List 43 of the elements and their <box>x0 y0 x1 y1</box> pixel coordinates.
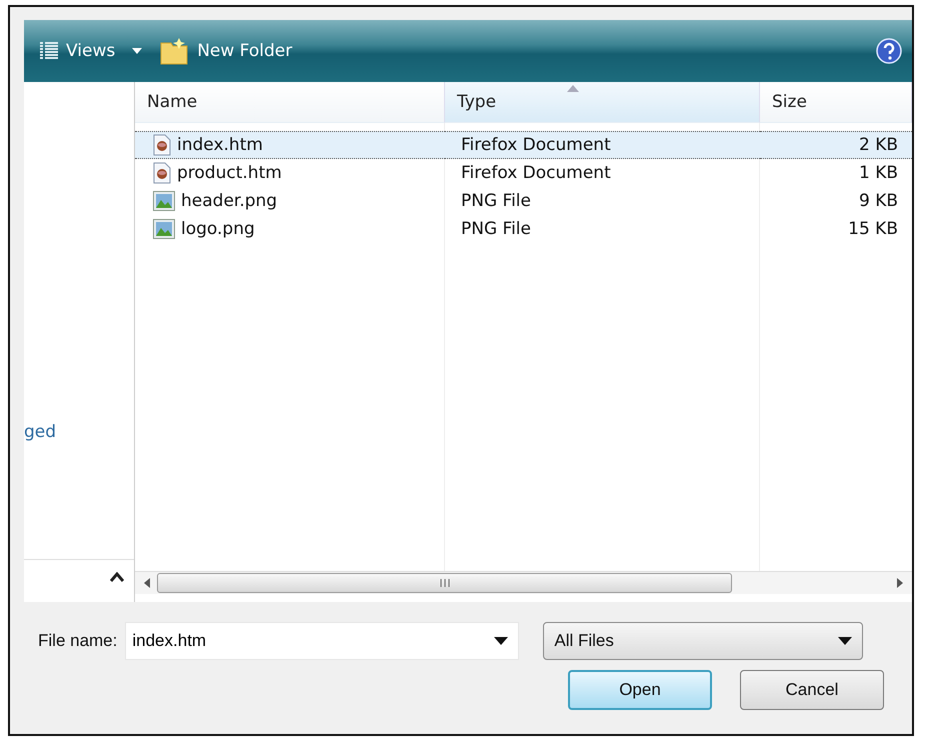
new-folder-button[interactable]: New Folder <box>155 35 296 67</box>
list-view-icon <box>40 41 58 61</box>
scroll-right-icon[interactable] <box>896 578 904 588</box>
document-icon <box>153 134 171 156</box>
column-header[interactable]: Type <box>445 82 760 123</box>
file-type-cell-text: PNG File <box>460 190 532 213</box>
collapse-caret-icon[interactable] <box>110 572 124 582</box>
file-name-cell[interactable]: product.htm <box>135 159 445 187</box>
dialog-button[interactable]: Cancel <box>740 670 884 710</box>
grip-icon <box>440 579 450 587</box>
column-header[interactable]: Name <box>135 82 445 123</box>
file-name: product.htm <box>177 163 282 183</box>
file-type-cell: Firefox Document <box>445 131 760 159</box>
file-size-cell-text: 9 KB <box>858 190 899 213</box>
dialog-button[interactable]: Open <box>568 670 712 710</box>
column-header[interactable]: Size <box>760 82 912 123</box>
file-name-field[interactable]: index.htm <box>125 622 520 660</box>
dropdown-arrow-icon <box>838 637 852 645</box>
views-button[interactable]: Views <box>36 39 120 63</box>
file-name: logo.png <box>181 219 255 239</box>
document-icon <box>153 162 171 184</box>
scrollbar-thumb[interactable] <box>157 573 732 593</box>
folder-icon <box>159 37 190 65</box>
file-name-label: File name: <box>38 631 118 651</box>
image-icon <box>153 191 175 211</box>
file-type-cell-text: PNG File <box>460 218 532 241</box>
file-type-dropdown[interactable]: All Files <box>543 622 864 660</box>
file-name: header.png <box>181 191 278 211</box>
file-name-cell[interactable]: index.htm <box>135 131 445 159</box>
file-name: index.htm <box>177 135 263 155</box>
file-size-cell-text: 15 KB <box>847 218 899 241</box>
file-name-cell[interactable]: header.png <box>135 187 445 215</box>
dropdown-arrow-icon[interactable] <box>131 47 144 55</box>
file-name-cell[interactable]: logo.png <box>135 215 445 243</box>
scroll-left-icon[interactable] <box>143 578 151 588</box>
file-size-cell-text: 1 KB <box>858 162 899 185</box>
image-icon <box>153 219 175 239</box>
file-size-cell: 2 KB <box>760 131 912 159</box>
nav-link[interactable]: ged <box>24 422 134 442</box>
dropdown-arrow-icon[interactable] <box>494 637 508 645</box>
sort-arrow-icon <box>567 85 579 92</box>
help-icon[interactable] <box>876 38 902 64</box>
file-type-cell-text: Firefox Document <box>460 162 612 185</box>
